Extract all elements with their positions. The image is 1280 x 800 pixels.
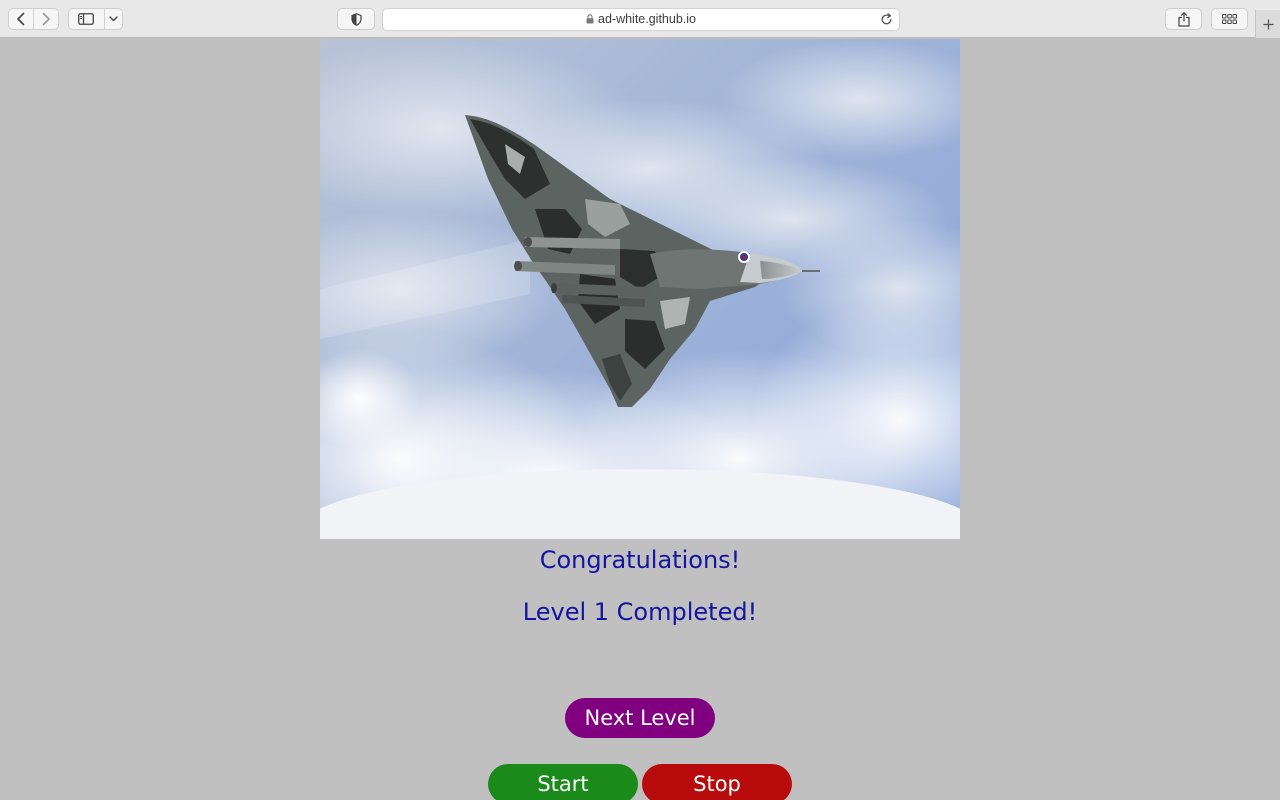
forward-button[interactable] <box>34 9 58 29</box>
tab-overview-button[interactable] <box>1211 8 1248 30</box>
address-bar[interactable]: ad-white.github.io <box>382 8 900 31</box>
privacy-report-button[interactable] <box>337 8 375 30</box>
chevron-left-icon <box>17 12 25 26</box>
url-text: ad-white.github.io <box>598 12 696 26</box>
chevron-down-icon <box>109 16 118 22</box>
navigation-buttons <box>8 8 59 30</box>
delta-wing-jet-icon <box>320 39 960 539</box>
tab-overview-icon <box>1222 14 1237 24</box>
lock-icon <box>586 14 594 24</box>
start-button[interactable]: Start <box>488 764 638 800</box>
sidebar-menu-button[interactable] <box>105 9 122 29</box>
browser-toolbar: ad-white.github.io <box>0 0 1280 38</box>
plus-icon <box>1263 19 1273 29</box>
congratulations-message: Congratulations! <box>539 546 741 574</box>
back-button[interactable] <box>9 9 33 29</box>
reload-icon[interactable] <box>880 13 893 26</box>
new-tab-button[interactable] <box>1255 10 1280 38</box>
sidebar-icon <box>78 13 95 25</box>
aircraft-photo <box>320 39 960 539</box>
sidebar-button[interactable] <box>69 9 104 29</box>
next-level-button[interactable]: Next Level <box>565 698 715 738</box>
share-button[interactable] <box>1165 8 1202 30</box>
level-completed-message: Level 1 Completed! <box>522 598 758 626</box>
stop-button[interactable]: Stop <box>642 764 792 800</box>
url-display: ad-white.github.io <box>383 12 899 26</box>
share-icon <box>1177 11 1190 27</box>
sidebar-controls <box>68 8 123 30</box>
shield-icon <box>350 12 362 26</box>
chevron-right-icon <box>42 12 50 26</box>
